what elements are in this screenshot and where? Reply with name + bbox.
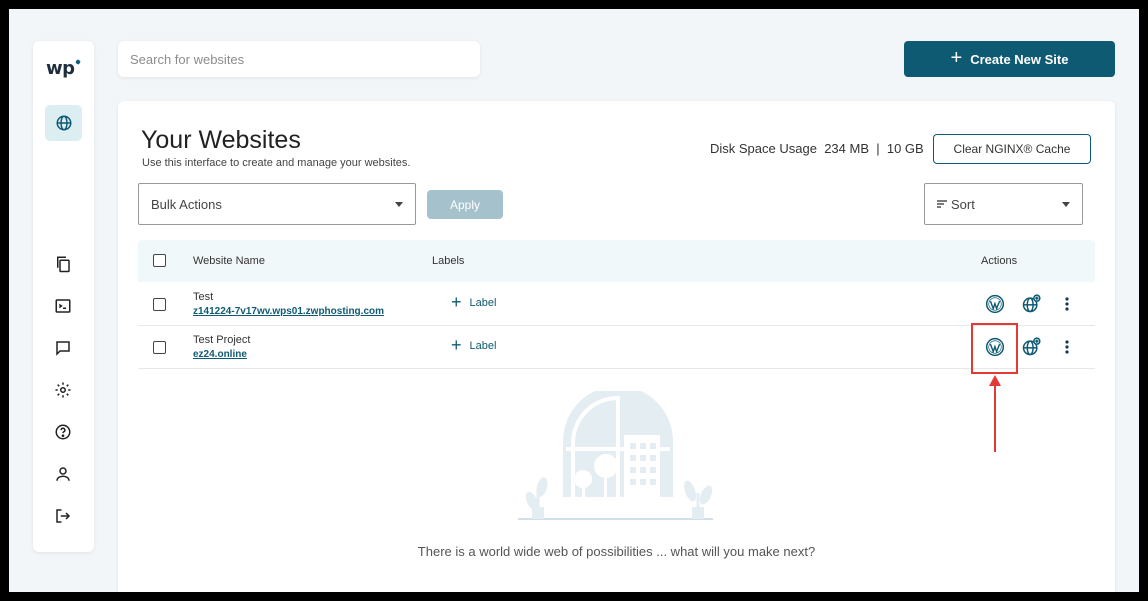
sidebar-item-websites[interactable] (45, 105, 82, 141)
sort-select[interactable]: Sort (924, 183, 1083, 225)
disk-usage-total: 10 GB (886, 141, 924, 156)
search-input[interactable] (118, 41, 480, 77)
bulk-actions-select[interactable]: Bulk Actions (138, 183, 416, 225)
row-checkbox[interactable] (153, 298, 166, 311)
create-new-site-button[interactable]: + Create New Site (904, 41, 1115, 77)
chevron-down-icon (395, 201, 403, 207)
gear-icon (55, 382, 71, 398)
disk-usage-separator: | (876, 141, 880, 156)
website-name: Test (193, 291, 214, 303)
websites-card: Your Websites Use this interface to crea… (118, 101, 1115, 592)
table-row: Test z141224-7v17wv.wps01.zwphosting.com… (138, 283, 1095, 326)
add-label-button[interactable]: + Label (451, 292, 497, 312)
sidebar-item-terminal[interactable] (52, 295, 74, 317)
domain-add-button[interactable] (1020, 293, 1042, 315)
row-checkbox[interactable] (153, 341, 166, 354)
more-vertical-icon (1065, 340, 1069, 354)
website-url-link[interactable]: z141224-7v17wv.wps01.zwphosting.com (193, 306, 384, 317)
page-title: Your Websites (141, 126, 301, 154)
sidebar-item-settings[interactable] (52, 379, 74, 401)
disk-usage-label: Disk Space Usage (710, 141, 817, 156)
annotation-arrow-line (994, 385, 996, 452)
sidebar-item-account[interactable] (52, 463, 74, 485)
plus-icon: + (950, 47, 963, 69)
create-new-site-label: Create New Site (970, 51, 1069, 67)
more-options-button[interactable] (1056, 293, 1078, 315)
apply-button[interactable]: Apply (427, 190, 503, 219)
terminal-icon (55, 299, 71, 313)
header-labels: Labels (432, 255, 465, 267)
logout-icon (56, 509, 71, 523)
logo-mark-icon (74, 59, 81, 65)
sort-icon (937, 200, 947, 208)
header-actions: Actions (981, 255, 1018, 267)
wordpress-admin-button[interactable] (984, 293, 1006, 315)
globe-plus-icon (1022, 294, 1041, 313)
sidebar: wp (33, 41, 94, 552)
sort-label: Sort (951, 196, 975, 212)
empty-state-illustration (518, 391, 713, 520)
plus-icon: + (451, 335, 462, 355)
table-header: Website Name Labels Actions (138, 240, 1095, 282)
more-options-button[interactable] (1056, 336, 1078, 358)
sidebar-item-help[interactable] (52, 421, 74, 443)
table-row: Test Project ez24.online + Label (138, 326, 1095, 369)
header-website-name: Website Name (193, 255, 265, 267)
globe-plus-icon (1022, 337, 1041, 356)
globe-icon (56, 115, 71, 131)
app-frame: wp + Create New Site Yo (9, 9, 1139, 592)
sidebar-item-chat[interactable] (52, 337, 74, 359)
user-icon (56, 467, 70, 481)
wordpress-icon (985, 294, 1005, 314)
bulk-actions-label: Bulk Actions (151, 196, 222, 212)
domain-add-button[interactable] (1020, 336, 1042, 358)
empty-state-message: There is a world wide web of possibiliti… (417, 544, 816, 559)
page-subtitle: Use this interface to create and manage … (142, 157, 411, 169)
website-url-link[interactable]: ez24.online (193, 349, 247, 360)
add-label-text: Label (469, 297, 497, 309)
add-label-button[interactable]: + Label (451, 335, 497, 355)
disk-usage: Disk Space Usage 234 MB | 10 GB (710, 141, 924, 156)
logo-text: wp (46, 58, 75, 79)
sidebar-item-logout[interactable] (52, 505, 74, 527)
disk-usage-used: 234 MB (824, 141, 869, 156)
add-label-text: Label (469, 340, 497, 352)
sidebar-item-copy[interactable] (52, 253, 74, 275)
plus-icon: + (451, 292, 462, 312)
annotation-highlight-box (971, 323, 1018, 374)
select-all-checkbox[interactable] (153, 254, 166, 267)
clear-cache-button[interactable]: Clear NGINX® Cache (933, 134, 1091, 164)
logo[interactable]: wp (46, 58, 81, 79)
chat-icon (56, 341, 70, 356)
copy-icon (57, 256, 70, 273)
more-vertical-icon (1065, 297, 1069, 311)
help-icon (55, 424, 71, 440)
website-name: Test Project (193, 334, 251, 346)
chevron-down-icon (1062, 201, 1070, 207)
